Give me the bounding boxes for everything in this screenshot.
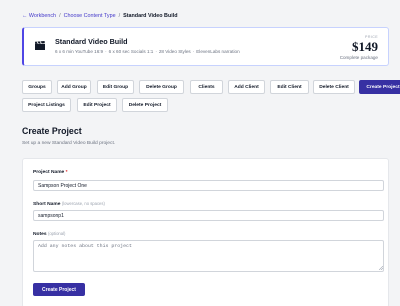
add-group-button[interactable]: Add Group (57, 80, 91, 94)
edit-group-button[interactable]: Edit Group (97, 80, 134, 94)
product-title: Standard Video Build (55, 37, 128, 46)
clients-button[interactable]: Clients (190, 80, 223, 94)
short-name-label-text: Short Name (33, 202, 61, 207)
create-project-form: Project Name * Short Name (lowercase, no… (22, 158, 389, 306)
delete-group-button[interactable]: Delete Group (139, 80, 184, 94)
project-listings-button[interactable]: Project Listings (22, 98, 71, 112)
short-name-input[interactable] (33, 210, 384, 221)
film-clapper-icon (35, 41, 45, 50)
meta-separator: · (155, 49, 157, 54)
short-name-hint: (lowercase, no spaces) (61, 201, 105, 206)
notes-label-text: Notes (33, 232, 47, 237)
project-name-input[interactable] (33, 180, 384, 191)
meta-item: ElevenLabs narration (196, 49, 240, 54)
breadcrumb: ← Workbench / Choose Content Type / Stan… (22, 13, 178, 19)
meta-separator: · (192, 49, 195, 54)
delete-project-button[interactable]: Delete Project (122, 98, 168, 112)
meta-item: 28 Video Styles (158, 49, 191, 54)
meta-item: 6 x 60 sec Socials 1:1 (108, 49, 154, 54)
page-title: Create Project (22, 126, 82, 136)
required-marker: * (65, 170, 68, 175)
short-name-label: Short Name (lowercase, no spaces) (33, 201, 105, 207)
notes-label: Notes (optional) (33, 231, 65, 237)
project-name-label: Project Name * (33, 170, 68, 175)
create-project-button[interactable]: Create Project (359, 80, 400, 94)
product-meta: 6 x 6 min YouTube 16:9 · 6 x 60 sec Soci… (55, 49, 240, 54)
breadcrumb-separator: / (118, 13, 121, 19)
create-project-submit-button[interactable]: Create Project (33, 283, 85, 296)
breadcrumb-content-type-link[interactable]: Choose Content Type (64, 13, 116, 19)
breadcrumb-separator: / (59, 13, 61, 19)
breadcrumb-workbench-link[interactable]: ← Workbench (22, 13, 56, 19)
delete-client-button[interactable]: Delete Client (313, 80, 355, 94)
edit-client-button[interactable]: Edit Client (270, 80, 309, 94)
groups-button[interactable]: Groups (22, 80, 52, 94)
price-subtitle: Complete package (339, 55, 378, 60)
edit-project-button[interactable]: Edit Project (77, 98, 117, 112)
page-subtitle: Set up a new Standard Video Build projec… (22, 141, 116, 146)
notes-hint: (optional) (47, 231, 66, 236)
resize-grip-icon[interactable] (379, 266, 383, 270)
product-summary-card: Standard Video Build 6 x 6 min YouTube 1… (22, 27, 389, 66)
project-name-label-text: Project Name (33, 170, 65, 175)
meta-separator: · (105, 49, 107, 54)
meta-item: 6 x 6 min YouTube 16:9 (55, 49, 104, 54)
breadcrumb-current: Standard Video Build (123, 13, 178, 19)
notes-textarea[interactable] (33, 240, 384, 272)
price-value: $149 (352, 39, 378, 54)
add-client-button[interactable]: Add Client (228, 80, 265, 94)
